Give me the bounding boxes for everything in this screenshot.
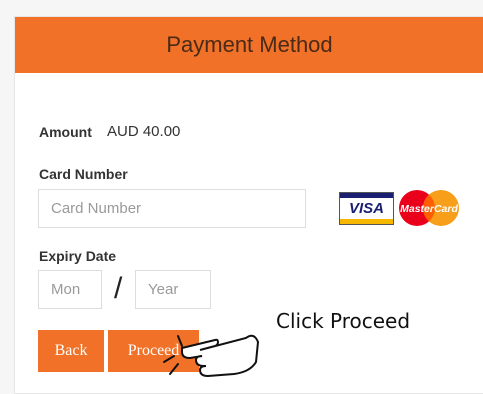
card-number-input[interactable] (38, 189, 306, 228)
expiry-month-input[interactable] (38, 270, 102, 309)
expiry-year-input[interactable] (135, 270, 211, 309)
expiry-date-label: Expiry Date (39, 248, 117, 264)
visa-logo: VISA (339, 192, 394, 225)
amount-value: AUD 40.00 (107, 123, 181, 140)
click-proceed-annotation: Click Proceed (276, 309, 411, 333)
amount-label: Amount (39, 124, 92, 140)
hand-pointer-icon (163, 334, 260, 378)
card-number-label: Card Number (39, 166, 128, 182)
back-button[interactable]: Back (38, 330, 104, 372)
svg-text:MasterCard: MasterCard (400, 203, 458, 215)
mastercard-logo: MasterCard (399, 190, 459, 226)
expiry-separator: / (114, 272, 123, 305)
panel-header: Payment Method (15, 17, 483, 73)
page-title: Payment Method (166, 32, 333, 57)
